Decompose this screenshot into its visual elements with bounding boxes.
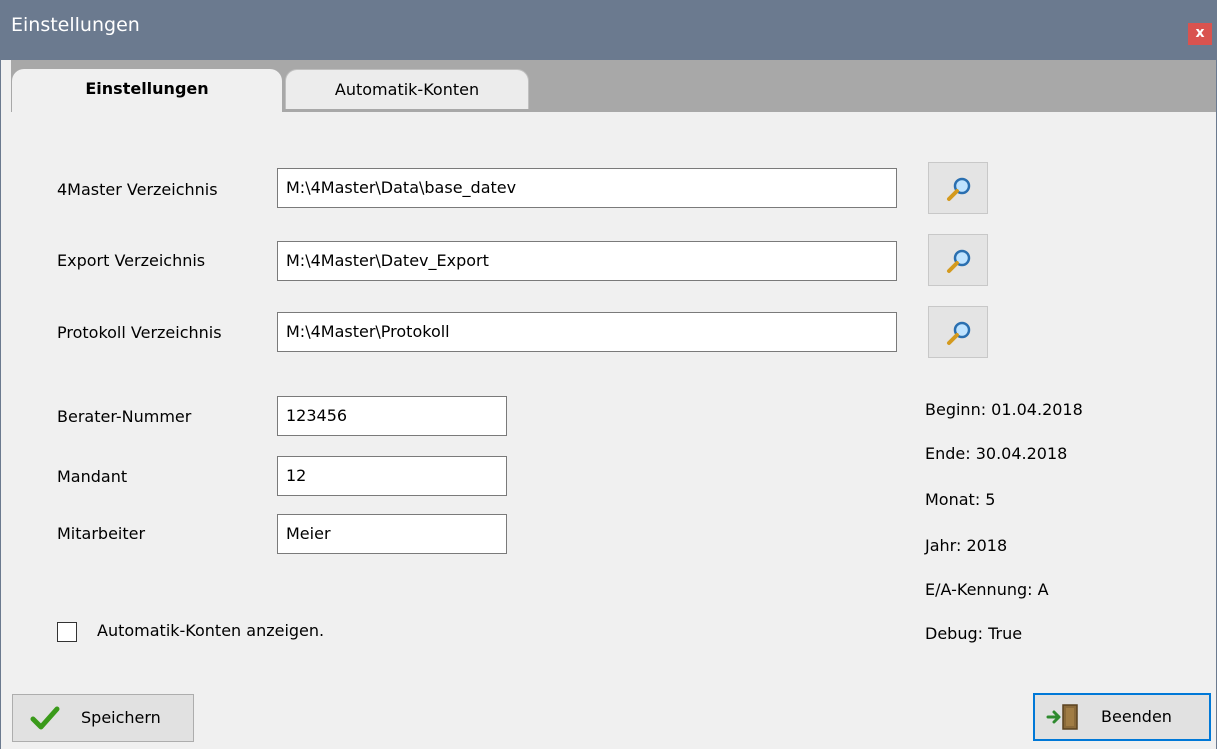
info-beginn: Beginn: 01.04.2018 <box>925 400 1083 419</box>
title-bar[interactable]: Einstellungen x <box>1 0 1217 60</box>
window-title: Einstellungen <box>11 14 140 36</box>
export-dir-input[interactable]: M:\4Master\Datev_Export <box>277 241 897 281</box>
save-button-label: Speichern <box>81 708 161 727</box>
magnifier-icon <box>947 321 971 345</box>
mitarbeiter-label: Mitarbeiter <box>57 524 146 543</box>
exit-button-label: Beenden <box>1101 707 1172 726</box>
mitarbeiter-input[interactable]: Meier <box>277 514 507 554</box>
automatik-konten-checkbox-label[interactable]: Automatik-Konten anzeigen. <box>97 621 324 640</box>
exit-door-icon <box>1046 704 1078 730</box>
protokoll-dir-label: Protokoll Verzeichnis <box>57 323 222 342</box>
info-debug: Debug: True <box>925 624 1023 643</box>
export-dir-label: Export Verzeichnis <box>57 251 206 270</box>
master-dir-input[interactable]: M:\4Master\Data\base_datev <box>277 168 897 208</box>
close-button[interactable]: x <box>1188 23 1212 45</box>
export-dir-browse-button[interactable] <box>928 234 988 286</box>
tab-strip: Einstellungen Automatik-Konten <box>11 60 1216 112</box>
exit-button[interactable]: Beenden <box>1033 693 1211 741</box>
protokoll-dir-input[interactable]: M:\4Master\Protokoll <box>277 312 897 352</box>
info-kennung: E/A-Kennung: A <box>925 580 1049 599</box>
save-button[interactable]: Speichern <box>12 694 194 742</box>
tab-automatik-konten[interactable]: Automatik-Konten <box>285 69 529 109</box>
mandant-label: Mandant <box>57 467 128 486</box>
info-monat: Monat: 5 <box>925 490 996 509</box>
magnifier-icon <box>947 177 971 201</box>
master-dir-label: 4Master Verzeichnis <box>57 180 218 199</box>
info-jahr: Jahr: 2018 <box>925 536 1008 555</box>
info-ende: Ende: 30.04.2018 <box>925 444 1068 463</box>
tab-einstellungen[interactable]: Einstellungen <box>12 69 282 112</box>
master-dir-browse-button[interactable] <box>928 162 988 214</box>
magnifier-icon <box>947 249 971 273</box>
berater-input[interactable]: 123456 <box>277 396 507 436</box>
mandant-input[interactable]: 12 <box>277 456 507 496</box>
automatik-konten-checkbox[interactable] <box>57 622 77 642</box>
checkmark-icon <box>30 706 60 730</box>
protokoll-dir-browse-button[interactable] <box>928 306 988 358</box>
berater-label: Berater-Nummer <box>57 407 192 426</box>
